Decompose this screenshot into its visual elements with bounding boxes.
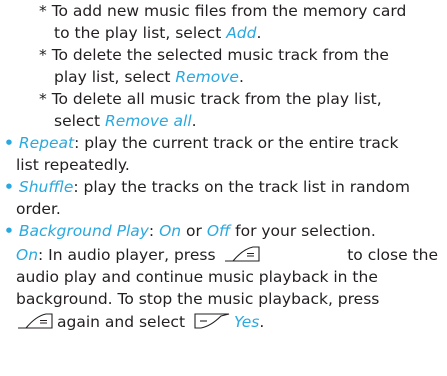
period: .	[256, 24, 262, 42]
bullet-shuffle-line2: order.	[16, 198, 61, 220]
manual-page: { "sub_items": [ {"star": "*", "l1": "To…	[0, 0, 447, 376]
bullet-text: order.	[16, 200, 61, 218]
option-off: Off	[206, 222, 231, 240]
menu-option-add: Add	[226, 24, 257, 42]
bullet-text: for your selection.	[230, 222, 376, 240]
separator: :	[148, 222, 160, 240]
sub-item-add-line1: * To add new music files from the memory…	[39, 0, 406, 22]
hangup-key-icon	[16, 312, 54, 329]
bullet-marker: •	[4, 178, 14, 196]
conjunction: or	[181, 222, 207, 240]
background-detail-line2: audio play and continue music playback i…	[16, 266, 378, 288]
bullet-repeat-line1: • Repeat: play the current track or the …	[4, 132, 398, 154]
sub-item-text: to the play list, select	[54, 24, 227, 42]
sub-item-text: To delete the selected music track from …	[51, 46, 389, 64]
hangup-key-icon	[223, 245, 261, 262]
bullet-marker: •	[4, 222, 14, 240]
background-detail-line3: background. To stop the music playback, …	[16, 288, 379, 310]
sub-item-text: To add new music files from the memory c…	[51, 2, 407, 20]
detail-text: audio play and continue music playback i…	[16, 268, 378, 286]
term-background-play: Background Play	[18, 222, 149, 240]
menu-option-remove-all: Remove all	[104, 112, 192, 130]
sub-item-text: To delete all music track from the play …	[51, 90, 382, 108]
period: .	[259, 313, 265, 331]
term-shuffle: Shuffle	[18, 178, 74, 196]
background-detail-line1: On: In audio player, press to close the	[16, 244, 438, 266]
bullet-shuffle-line1: • Shuffle: play the tracks on the track …	[4, 176, 410, 198]
option-on: On	[159, 222, 182, 240]
sub-item-remove-line2: play list, select Remove.	[54, 66, 244, 88]
detail-text: background. To stop the music playback, …	[16, 290, 380, 308]
bullet-text: list repeatedly.	[16, 156, 130, 174]
bullet-marker: •	[4, 134, 14, 152]
asterisk: *	[39, 46, 47, 64]
option-on: On	[16, 246, 39, 264]
sub-item-text: select	[54, 112, 105, 130]
bullet-text: : play the tracks on the track list in r…	[73, 178, 410, 196]
sub-item-remove-all-line1: * To delete all music track from the pla…	[39, 88, 382, 110]
left-softkey-icon	[193, 312, 231, 329]
background-detail-line4: again and select Yes.	[16, 311, 264, 333]
option-yes: Yes	[233, 313, 260, 331]
bullet-background-line1: • Background Play: On or Off for your se…	[4, 220, 376, 242]
sub-item-remove-all-line2: select Remove all.	[54, 110, 197, 132]
bullet-repeat-line2: list repeatedly.	[16, 154, 130, 176]
bullet-text: : play the current track or the entire t…	[74, 134, 399, 152]
detail-text: to close the	[347, 246, 438, 264]
sub-item-remove-line1: * To delete the selected music track fro…	[39, 44, 389, 66]
period: .	[238, 68, 244, 86]
asterisk: *	[39, 90, 47, 108]
term-repeat: Repeat	[18, 134, 75, 152]
detail-text: again and select	[57, 313, 186, 331]
menu-option-remove: Remove	[175, 68, 239, 86]
sub-item-text: play list, select	[54, 68, 176, 86]
sub-item-add-line2: to the play list, select Add.	[54, 22, 261, 44]
detail-text: : In audio player, press	[38, 246, 216, 264]
asterisk: *	[39, 2, 47, 20]
period: .	[191, 112, 197, 130]
